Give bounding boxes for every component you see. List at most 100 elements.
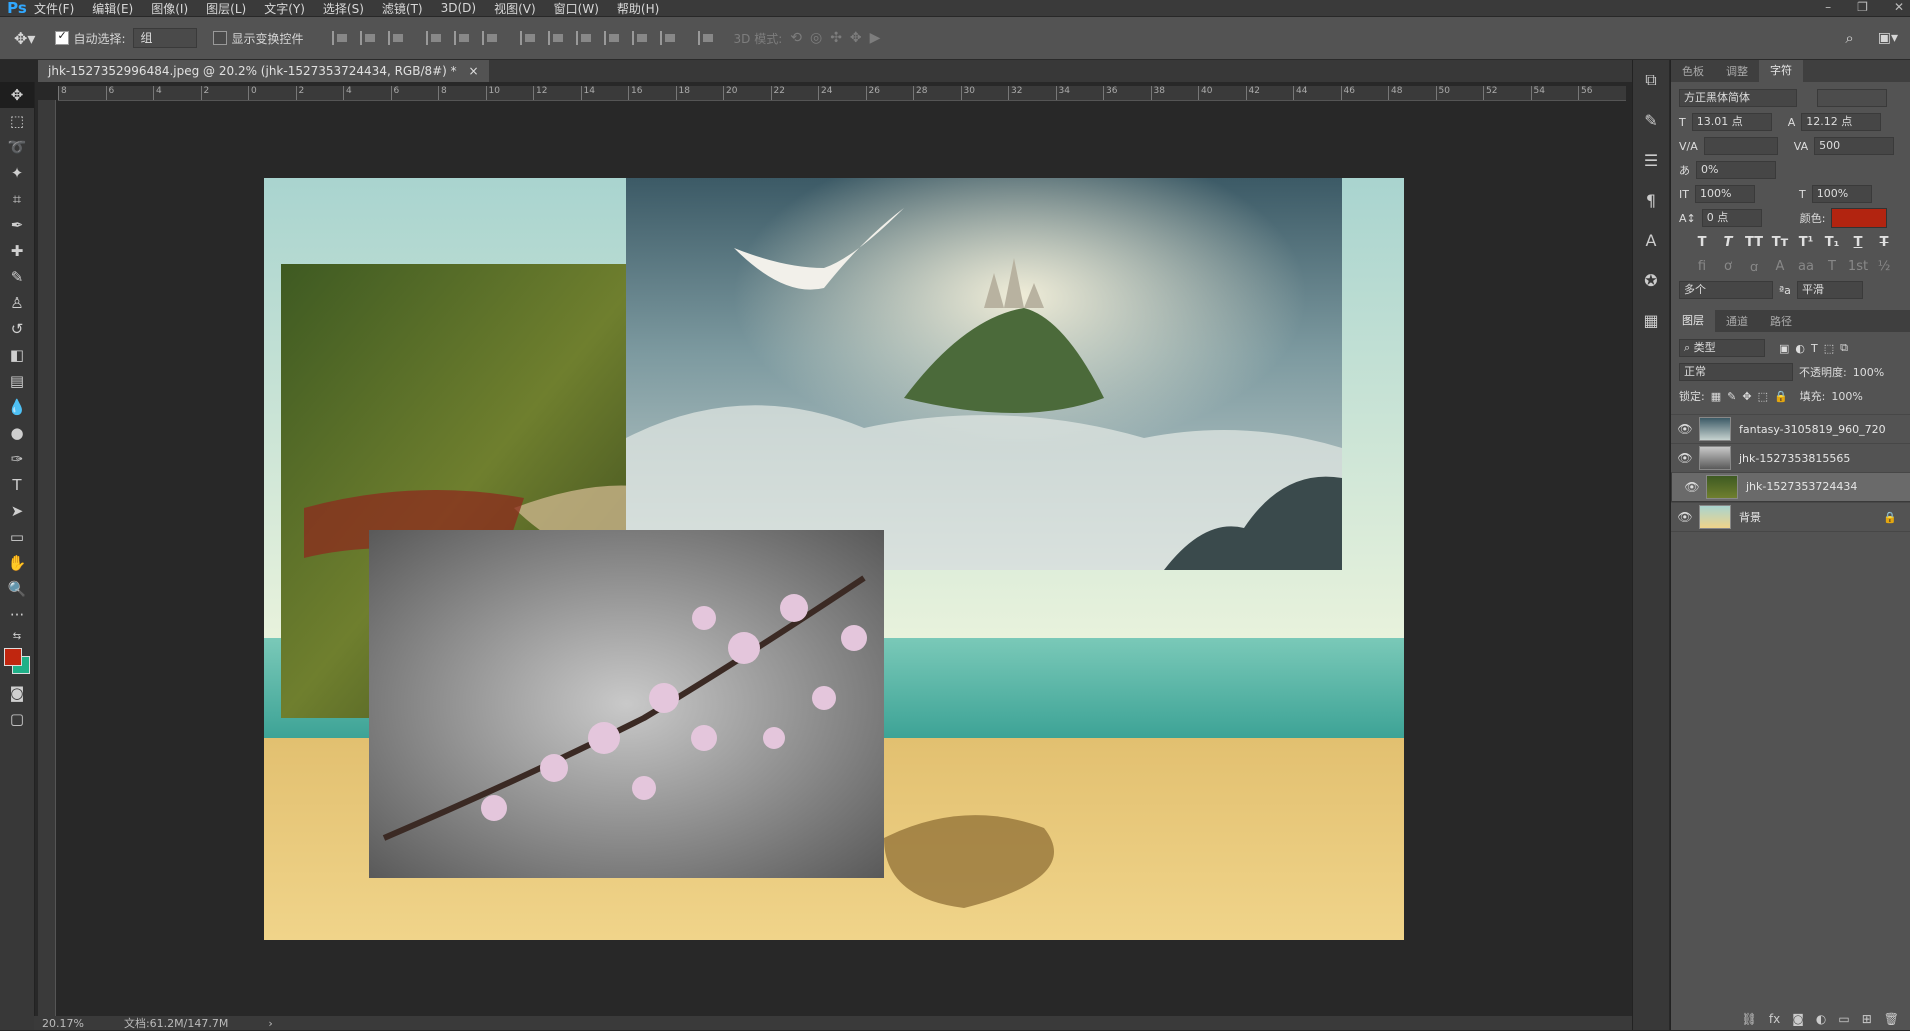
move-tool-icon[interactable]: ✥ xyxy=(0,82,34,108)
quick-mask-icon[interactable]: ◙ xyxy=(0,680,34,706)
language-select[interactable]: 多个 xyxy=(1679,281,1773,299)
faux-bold-icon[interactable]: T xyxy=(1691,235,1713,250)
lasso-tool-icon[interactable]: ➰ xyxy=(0,134,34,160)
tab-adjustments[interactable]: 调整 xyxy=(1715,63,1759,79)
tab-character[interactable]: 字符 xyxy=(1759,60,1803,82)
menu-help[interactable]: 帮助(H) xyxy=(617,0,659,17)
status-arrow-icon[interactable]: › xyxy=(268,1017,272,1030)
menu-window[interactable]: 窗口(W) xyxy=(554,0,599,17)
rotate-3d-icon[interactable]: ⟲ xyxy=(790,30,802,46)
auto-select-checkbox[interactable]: 自动选择: xyxy=(55,29,125,47)
foreground-color-swatch[interactable] xyxy=(4,648,22,666)
distribute-bottom-icon[interactable] xyxy=(575,31,596,45)
delete-layer-icon[interactable]: 🗑 xyxy=(1884,1012,1899,1026)
align-top-icon[interactable] xyxy=(331,31,352,45)
align-bottom-icon[interactable] xyxy=(387,31,408,45)
properties-panel-icon[interactable]: ▦ xyxy=(1633,300,1669,340)
magic-wand-tool-icon[interactable]: ✦ xyxy=(0,160,34,186)
swap-colors-icon[interactable]: ⇆ xyxy=(0,628,34,644)
eye-icon[interactable]: 👁 xyxy=(1671,422,1699,436)
menu-image[interactable]: 图像(I) xyxy=(151,0,188,17)
tab-swatches[interactable]: 色板 xyxy=(1671,63,1715,79)
scale-3d-icon[interactable]: ▶ xyxy=(870,30,881,46)
zoom-tool-icon[interactable]: 🔍 xyxy=(0,576,34,602)
auto-select-dropdown[interactable]: 组 xyxy=(133,28,198,48)
document-canvas[interactable] xyxy=(264,178,1404,940)
swash-icon[interactable]: ꭤ xyxy=(1743,257,1765,275)
zoom-level[interactable]: 20.17% xyxy=(42,1017,84,1030)
filter-smart-icon[interactable]: ⧉ xyxy=(1840,341,1848,355)
tracking-field[interactable]: 500 xyxy=(1814,137,1895,155)
pen-tool-icon[interactable]: ✑ xyxy=(0,446,34,472)
crop-tool-icon[interactable]: ⌗ xyxy=(0,186,34,212)
new-layer-icon[interactable]: ⊞ xyxy=(1862,1012,1872,1026)
distribute-hcenter-icon[interactable] xyxy=(631,31,652,45)
healing-brush-tool-icon[interactable]: ✚ xyxy=(0,238,34,264)
layer-row[interactable]: 👁 背景 🔒 xyxy=(1671,502,1910,532)
link-layers-icon[interactable]: ⛓ xyxy=(1742,1012,1757,1026)
distribute-vcenter-icon[interactable] xyxy=(547,31,568,45)
layer-row[interactable]: 👁 jhk-1527353724434 xyxy=(1671,472,1910,502)
superscript-icon[interactable]: T¹ xyxy=(1795,235,1817,250)
small-caps-icon[interactable]: Tт xyxy=(1769,235,1791,250)
search-icon[interactable]: ⌕ xyxy=(1845,29,1853,47)
font-size-field[interactable]: 13.01 点 xyxy=(1691,113,1772,131)
baseline-field[interactable]: 0 点 xyxy=(1701,209,1762,227)
paragraph-panel-icon[interactable]: ¶ xyxy=(1633,180,1669,220)
text-color-swatch[interactable] xyxy=(1831,208,1888,228)
vertical-scale-field[interactable]: 100% xyxy=(1694,185,1755,203)
filter-adjustment-icon[interactable]: ◐ xyxy=(1795,342,1805,355)
ordinals-icon[interactable]: T xyxy=(1821,259,1843,274)
layer-style-icon[interactable]: fx xyxy=(1769,1012,1780,1026)
show-transform-checkbox[interactable]: 显示变换控件 xyxy=(213,30,304,47)
menu-view[interactable]: 视图(V) xyxy=(494,0,536,17)
document-tab[interactable]: jhk-1527352996484.jpeg @ 20.2% (jhk-1527… xyxy=(38,60,489,82)
blur-tool-icon[interactable]: 💧 xyxy=(0,394,34,420)
filter-type-icon[interactable]: T xyxy=(1811,342,1818,355)
menu-3d[interactable]: 3D(D) xyxy=(441,1,476,15)
underline-icon[interactable]: T xyxy=(1847,235,1869,250)
opacity-value[interactable]: 100% xyxy=(1853,366,1884,379)
antialias-select[interactable]: 平滑 xyxy=(1796,281,1863,299)
lock-transparency-icon[interactable]: ▦ xyxy=(1711,390,1721,403)
font-family-select[interactable]: 方正黑体简体 xyxy=(1679,89,1797,107)
horizontal-scale-field[interactable]: 100% xyxy=(1811,185,1872,203)
clone-stamp-tool-icon[interactable]: ♙ xyxy=(0,290,34,316)
tab-layers[interactable]: 图层 xyxy=(1671,310,1715,332)
eye-icon[interactable]: 👁 xyxy=(1671,451,1699,465)
menu-edit[interactable]: 编辑(E) xyxy=(92,0,133,17)
fill-value[interactable]: 100% xyxy=(1831,390,1862,403)
ordinal-st-icon[interactable]: 1st xyxy=(1847,259,1869,274)
fractions-icon[interactable]: ½ xyxy=(1873,259,1895,274)
align-vcenter-icon[interactable] xyxy=(359,31,380,45)
menu-filter[interactable]: 滤镜(T) xyxy=(382,0,423,17)
move-tool-icon[interactable]: ✥▾ xyxy=(14,29,35,48)
leading-field[interactable]: 12.12 点 xyxy=(1801,113,1882,131)
align-left-icon[interactable] xyxy=(425,31,446,45)
menu-select[interactable]: 选择(S) xyxy=(323,0,364,17)
filter-pixel-icon[interactable]: ▣ xyxy=(1779,342,1789,355)
styles-panel-icon[interactable]: ✪ xyxy=(1633,260,1669,300)
lock-all-icon[interactable]: 🔒 xyxy=(1774,390,1788,403)
more-tools-icon[interactable]: ··· xyxy=(0,602,34,628)
slide-3d-icon[interactable]: ✥ xyxy=(850,30,862,46)
all-caps-icon[interactable]: TT xyxy=(1743,235,1765,250)
eraser-tool-icon[interactable]: ◧ xyxy=(0,342,34,368)
dodge-tool-icon[interactable]: ● xyxy=(0,420,34,446)
strikethrough-icon[interactable]: T xyxy=(1873,235,1895,250)
font-style-select[interactable] xyxy=(1817,89,1887,107)
close-tab-icon[interactable]: × xyxy=(469,64,479,78)
blend-mode-select[interactable]: 正常 xyxy=(1679,363,1793,381)
eye-icon[interactable]: 👁 xyxy=(1678,478,1706,496)
gradient-tool-icon[interactable]: ▤ xyxy=(0,368,34,394)
subscript-icon[interactable]: T₁ xyxy=(1821,235,1843,250)
history-panel-icon[interactable]: ⧉ xyxy=(1633,60,1669,100)
distribute-right-icon[interactable] xyxy=(659,31,680,45)
layer-row[interactable]: 👁 fantasy-3105819_960_720 xyxy=(1671,414,1910,443)
new-group-icon[interactable]: ▭ xyxy=(1838,1012,1849,1026)
path-selection-tool-icon[interactable]: ➤ xyxy=(0,498,34,524)
layer-filter-select[interactable]: ⌕ 类型 xyxy=(1679,339,1765,357)
lock-artboard-icon[interactable]: ⬚ xyxy=(1758,390,1768,403)
glyph-panel-icon[interactable]: A xyxy=(1633,220,1669,260)
history-brush-tool-icon[interactable]: ↺ xyxy=(0,316,34,342)
